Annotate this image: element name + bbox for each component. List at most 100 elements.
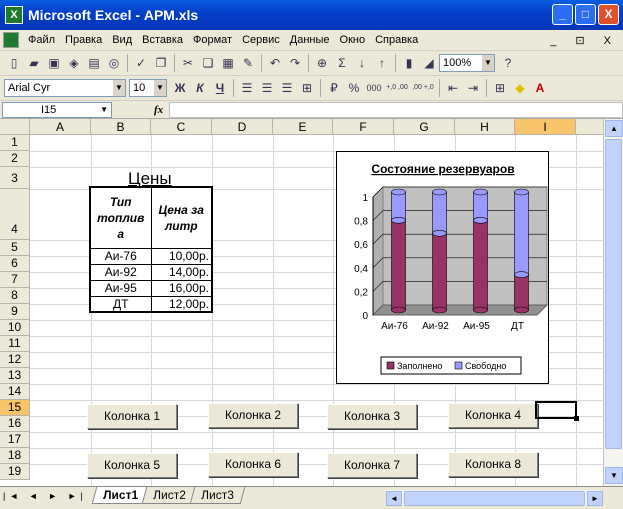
price-cell[interactable]: 16,00р. [150, 279, 213, 297]
worksheet-grid[interactable]: A B C D E F G H I 1 2 3 4 5 6 7 8 9 10 1… [0, 119, 603, 486]
row-header-16[interactable]: 16 [0, 416, 30, 432]
column-6-button[interactable]: Колонка 6 [208, 452, 298, 477]
chevron-down-icon[interactable]: ▼ [113, 80, 125, 96]
column-7-button[interactable]: Колонка 7 [327, 453, 417, 478]
column-2-button[interactable]: Колонка 2 [208, 403, 298, 428]
print-preview-icon[interactable]: ◎ [106, 55, 122, 71]
column-header-e[interactable]: E [273, 119, 333, 135]
sheet-tab-3[interactable]: Лист3 [189, 487, 245, 504]
tank-status-chart[interactable]: Состояние резервуаров 0 0,2 0,4 0,6 0,8 1 Аи-76… [336, 151, 549, 384]
drawing-icon[interactable]: ◢ [421, 55, 437, 71]
column-header-h[interactable]: H [455, 119, 515, 135]
menu-view[interactable]: Вид [107, 34, 137, 46]
row-header-4[interactable]: 4 [0, 189, 30, 240]
italic-button[interactable]: К [192, 80, 208, 96]
close-button[interactable]: X [598, 4, 619, 25]
minimize-button[interactable]: _ [552, 4, 573, 25]
row-header-18[interactable]: 18 [0, 448, 30, 464]
borders-icon[interactable]: ⊞ [492, 80, 508, 96]
format-painter-icon[interactable]: ✎ [240, 55, 256, 71]
price-cell[interactable]: 10,00р. [150, 247, 213, 265]
research-icon[interactable]: ❐ [153, 55, 169, 71]
vertical-scrollbar[interactable]: ▲ ▼ [603, 119, 623, 486]
increase-indent-icon[interactable]: ⇥ [465, 80, 481, 96]
row-header-5[interactable]: 5 [0, 240, 30, 256]
fuel-cell[interactable]: Аи-76 [89, 247, 152, 265]
header-price[interactable]: Цена за литр [150, 186, 213, 249]
column-8-button[interactable]: Колонка 8 [448, 452, 538, 477]
function-icon[interactable]: fx [154, 104, 163, 116]
menu-window[interactable]: Окно [335, 34, 371, 46]
formula-input[interactable] [169, 101, 623, 118]
font-size-combo[interactable]: 10 ▼ [129, 79, 167, 97]
undo-icon[interactable]: ↶ [267, 55, 283, 71]
font-color-icon[interactable]: A [532, 80, 548, 96]
fill-color-icon[interactable]: ◆ [512, 80, 528, 96]
sheet-tab-1[interactable]: Лист1 [91, 487, 150, 504]
row-header-13[interactable]: 13 [0, 368, 30, 384]
column-header-a[interactable]: A [30, 119, 91, 135]
scroll-right-icon[interactable]: ► [587, 490, 603, 506]
menu-file[interactable]: Файл [23, 34, 60, 46]
horizontal-scrollbar[interactable]: ◄ ► [386, 490, 603, 506]
menu-insert[interactable]: Вставка [137, 34, 188, 46]
column-header-f[interactable]: F [333, 119, 394, 135]
row-header-15[interactable]: 15 [0, 400, 30, 416]
currency-icon[interactable]: ₽ [326, 80, 342, 96]
scroll-up-icon[interactable]: ▲ [605, 120, 623, 137]
menu-edit[interactable]: Правка [60, 34, 107, 46]
align-right-icon[interactable]: ☰ [279, 80, 295, 96]
header-fuel-type[interactable]: Тип топлив а [89, 186, 152, 249]
row-header-11[interactable]: 11 [0, 336, 30, 352]
row-header-10[interactable]: 10 [0, 320, 30, 336]
column-header-b[interactable]: B [91, 119, 151, 135]
row-header-17[interactable]: 17 [0, 432, 30, 448]
select-all-corner[interactable] [0, 119, 30, 135]
sheet-tab-2[interactable]: Лист2 [141, 487, 197, 504]
column-4-button[interactable]: Колонка 4 [448, 403, 538, 428]
row-header-6[interactable]: 6 [0, 256, 30, 272]
sort-asc-icon[interactable]: ↓ [354, 55, 370, 71]
paste-icon[interactable]: ▦ [220, 55, 236, 71]
autosum-icon[interactable]: Σ [334, 55, 350, 71]
chevron-down-icon[interactable]: ▼ [482, 55, 494, 71]
zoom-combo[interactable]: 100% ▼ [439, 54, 495, 72]
column-header-d[interactable]: D [212, 119, 273, 135]
hyperlink-icon[interactable]: ⊕ [314, 55, 330, 71]
fuel-cell[interactable]: ДТ [89, 295, 152, 313]
decrease-indent-icon[interactable]: ⇤ [445, 80, 461, 96]
row-header-19[interactable]: 19 [0, 464, 30, 480]
open-icon[interactable]: ▰ [26, 55, 42, 71]
fuel-cell[interactable]: Аи-95 [89, 279, 152, 297]
price-cell[interactable]: 14,00р. [150, 263, 213, 281]
menu-data[interactable]: Данные [285, 34, 335, 46]
cut-icon[interactable]: ✂ [180, 55, 196, 71]
spelling-icon[interactable]: ✓ [133, 55, 149, 71]
column-header-c[interactable]: C [151, 119, 212, 135]
row-header-1[interactable]: 1 [0, 135, 30, 151]
menu-format[interactable]: Формат [188, 34, 237, 46]
print-icon[interactable]: ▤ [86, 55, 102, 71]
column-1-button[interactable]: Колонка 1 [87, 404, 177, 429]
row-header-7[interactable]: 7 [0, 272, 30, 288]
increase-decimal-button[interactable]: +,0 ,00 [386, 80, 408, 96]
sort-desc-icon[interactable]: ↑ [374, 55, 390, 71]
active-cell-i15[interactable] [535, 401, 579, 421]
chevron-down-icon[interactable]: ▼ [100, 105, 111, 114]
row-header-8[interactable]: 8 [0, 288, 30, 304]
prices-table[interactable]: Тип топлив а Цена за литр Аи-76 10,00р. А… [89, 186, 213, 313]
column-5-button[interactable]: Колонка 5 [87, 453, 177, 478]
fuel-cell[interactable]: Аи-92 [89, 263, 152, 281]
permission-icon[interactable]: ◈ [66, 55, 82, 71]
vertical-scroll-thumb[interactable] [605, 139, 622, 449]
column-header-extra[interactable] [576, 119, 603, 135]
new-icon[interactable]: ▯ [6, 55, 22, 71]
merge-center-icon[interactable]: ⊞ [299, 80, 315, 96]
decrease-decimal-button[interactable]: ,00 +,0 [412, 80, 434, 96]
underline-button[interactable]: Ч [212, 80, 228, 96]
menu-help[interactable]: Справка [370, 34, 423, 46]
row-header-3[interactable]: 3 [0, 167, 30, 189]
name-box[interactable]: I15 ▼ [2, 101, 112, 118]
copy-icon[interactable]: ❏ [200, 55, 216, 71]
row-header-9[interactable]: 9 [0, 304, 30, 320]
